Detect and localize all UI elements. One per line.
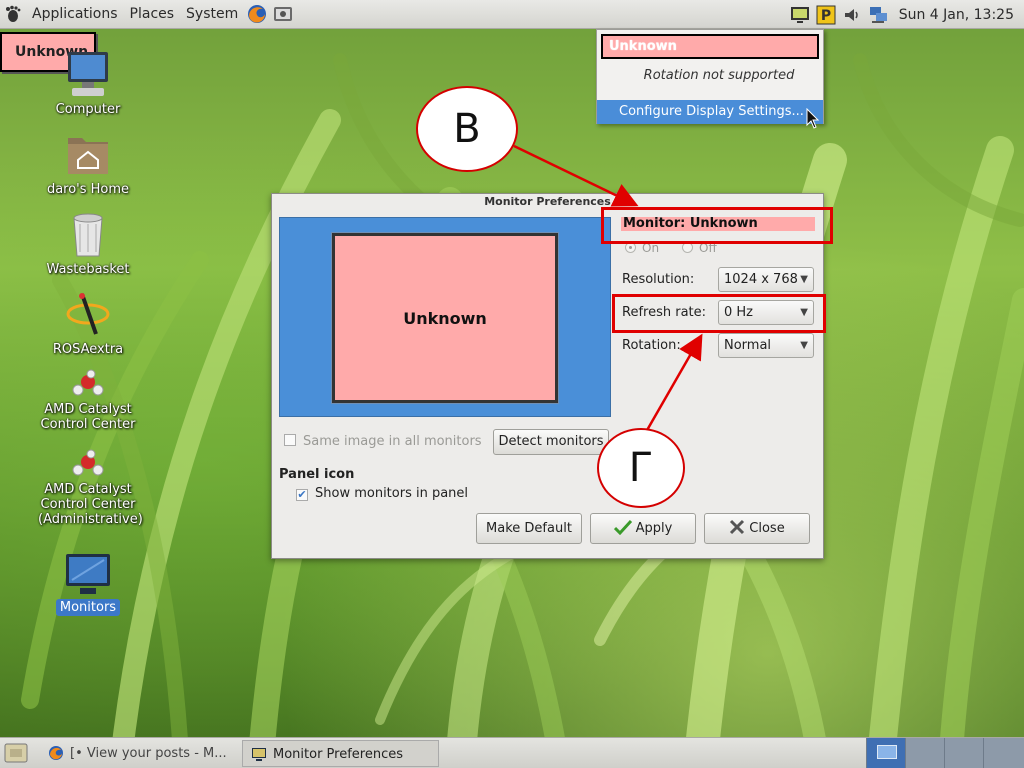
monitor-preview-label: Unknown xyxy=(403,308,487,328)
menu-monitor-unknown[interactable]: Unknown xyxy=(601,34,819,59)
display-tray-menu: Unknown Rotation not supported Configure… xyxy=(596,29,824,124)
workspace-3[interactable] xyxy=(944,738,983,768)
workspace-4[interactable] xyxy=(983,738,1024,768)
top-panel: Applications Places System P Sun 4 Jan, … xyxy=(0,0,1024,29)
menu-applications[interactable]: Applications xyxy=(26,0,124,29)
network-icon[interactable] xyxy=(868,5,888,25)
desktop-icon-wastebasket[interactable]: Wastebasket xyxy=(38,208,138,277)
resolution-value: 1024 x 768 xyxy=(724,272,798,287)
desktop-icon-computer[interactable]: Computer xyxy=(38,48,138,117)
monitor-icon xyxy=(66,554,110,594)
desktop-icon-label: AMD Catalyst Control Center xyxy=(40,402,136,432)
taskbar-monitor-preferences[interactable]: Monitor Preferences xyxy=(242,740,439,767)
parking-tray-icon[interactable]: P xyxy=(816,5,836,25)
desktop-icon-rosaextra[interactable]: ROSAextra xyxy=(38,288,138,357)
chevron-down-icon: ▼ xyxy=(800,340,808,351)
display-tray-icon[interactable] xyxy=(790,5,810,25)
desktop-icon-monitors[interactable]: Monitors xyxy=(38,552,138,616)
amd-catalyst-icon xyxy=(72,369,104,396)
gnome-foot-icon[interactable] xyxy=(0,0,26,29)
callout-b: B xyxy=(416,86,518,172)
close-button[interactable]: Close xyxy=(704,513,810,544)
taskbar-firefox[interactable]: [• View your posts - M... xyxy=(40,740,238,767)
workspace-1[interactable] xyxy=(866,738,905,768)
svg-text:P: P xyxy=(821,8,831,24)
same-image-box xyxy=(284,434,296,446)
show-monitors-label: Show monitors in panel xyxy=(315,486,469,501)
computer-icon xyxy=(68,52,108,96)
desktop-icon-home[interactable]: daro's Home xyxy=(38,128,138,197)
taskbar-monitor-preferences-label: Monitor Preferences xyxy=(273,747,404,762)
make-default-button[interactable]: Make Default xyxy=(476,513,582,544)
workspace-2[interactable] xyxy=(905,738,944,768)
monitor-preferences-dialog: Monitor Preferences Unknown Monitor: Unk… xyxy=(271,193,824,559)
rotation-combo[interactable]: Normal ▼ xyxy=(718,333,814,358)
rotation-value: Normal xyxy=(724,338,772,353)
close-label: Close xyxy=(749,521,785,536)
satellite-icon xyxy=(66,293,110,335)
bottom-panel: [• View your posts - M... Monitor Prefer… xyxy=(0,737,1024,768)
monitor-preview-rect[interactable]: Unknown xyxy=(331,232,559,404)
firefox-icon xyxy=(49,746,63,760)
desktop-icon-label: Computer xyxy=(55,102,121,117)
same-image-label: Same image in all monitors xyxy=(303,434,482,449)
show-monitors-checkbox[interactable]: ✔ Show monitors in panel xyxy=(296,486,468,501)
show-desktop-icon[interactable] xyxy=(4,742,28,764)
checkmark-icon: ✔ xyxy=(296,488,308,501)
monitor-icon xyxy=(252,748,266,761)
menu-places[interactable]: Places xyxy=(124,0,181,29)
rotation-label: Rotation: xyxy=(622,338,681,353)
apply-button[interactable]: Apply xyxy=(590,513,696,544)
menu-configure-display-settings[interactable]: Configure Display Settings... xyxy=(597,100,823,124)
taskbar-firefox-label: [• View your posts - M... xyxy=(70,746,227,761)
desktop-icon-amd-catalyst[interactable]: AMD Catalyst Control Center xyxy=(38,368,138,432)
mouse-cursor-icon xyxy=(806,108,820,129)
desktop-icon-label: AMD Catalyst Control Center (Administrat… xyxy=(38,482,143,527)
home-folder-icon xyxy=(68,138,108,174)
callout-g: Г xyxy=(597,428,685,508)
highlight-monitor-box xyxy=(601,207,833,244)
volume-icon[interactable] xyxy=(842,5,862,25)
same-image-checkbox[interactable]: Same image in all monitors xyxy=(284,434,482,449)
resolution-combo[interactable]: 1024 x 768 ▼ xyxy=(718,267,814,292)
monitor-layout-preview[interactable]: Unknown xyxy=(279,217,611,417)
desktop-icon-label: Monitors xyxy=(55,599,121,616)
panel-icon-heading: Panel icon xyxy=(279,467,355,482)
menu-system[interactable]: System xyxy=(180,0,244,29)
chevron-down-icon: ▼ xyxy=(800,274,808,285)
detect-monitors-button[interactable]: Detect monitors xyxy=(493,429,609,455)
close-icon xyxy=(730,519,745,535)
resolution-label: Resolution: xyxy=(622,272,695,287)
apply-label: Apply xyxy=(635,521,673,536)
desktop-icon-label: Wastebasket xyxy=(46,262,130,277)
desktop-icon-label: daro's Home xyxy=(46,182,130,197)
trash-icon xyxy=(73,213,103,257)
screenshot-icon[interactable] xyxy=(272,3,294,25)
desktop-icon-amd-catalyst-admin[interactable]: AMD Catalyst Control Center (Administrat… xyxy=(38,448,143,527)
desktop-icon-label: ROSAextra xyxy=(52,342,124,357)
workspace-window-preview xyxy=(877,745,897,759)
menu-rotation-not-supported: Rotation not supported xyxy=(643,68,795,83)
firefox-icon[interactable] xyxy=(246,3,268,25)
clock[interactable]: Sun 4 Jan, 13:25 xyxy=(891,7,1024,23)
highlight-refresh-box xyxy=(612,294,826,333)
amd-catalyst-admin-icon xyxy=(72,449,104,476)
check-icon xyxy=(613,519,632,536)
